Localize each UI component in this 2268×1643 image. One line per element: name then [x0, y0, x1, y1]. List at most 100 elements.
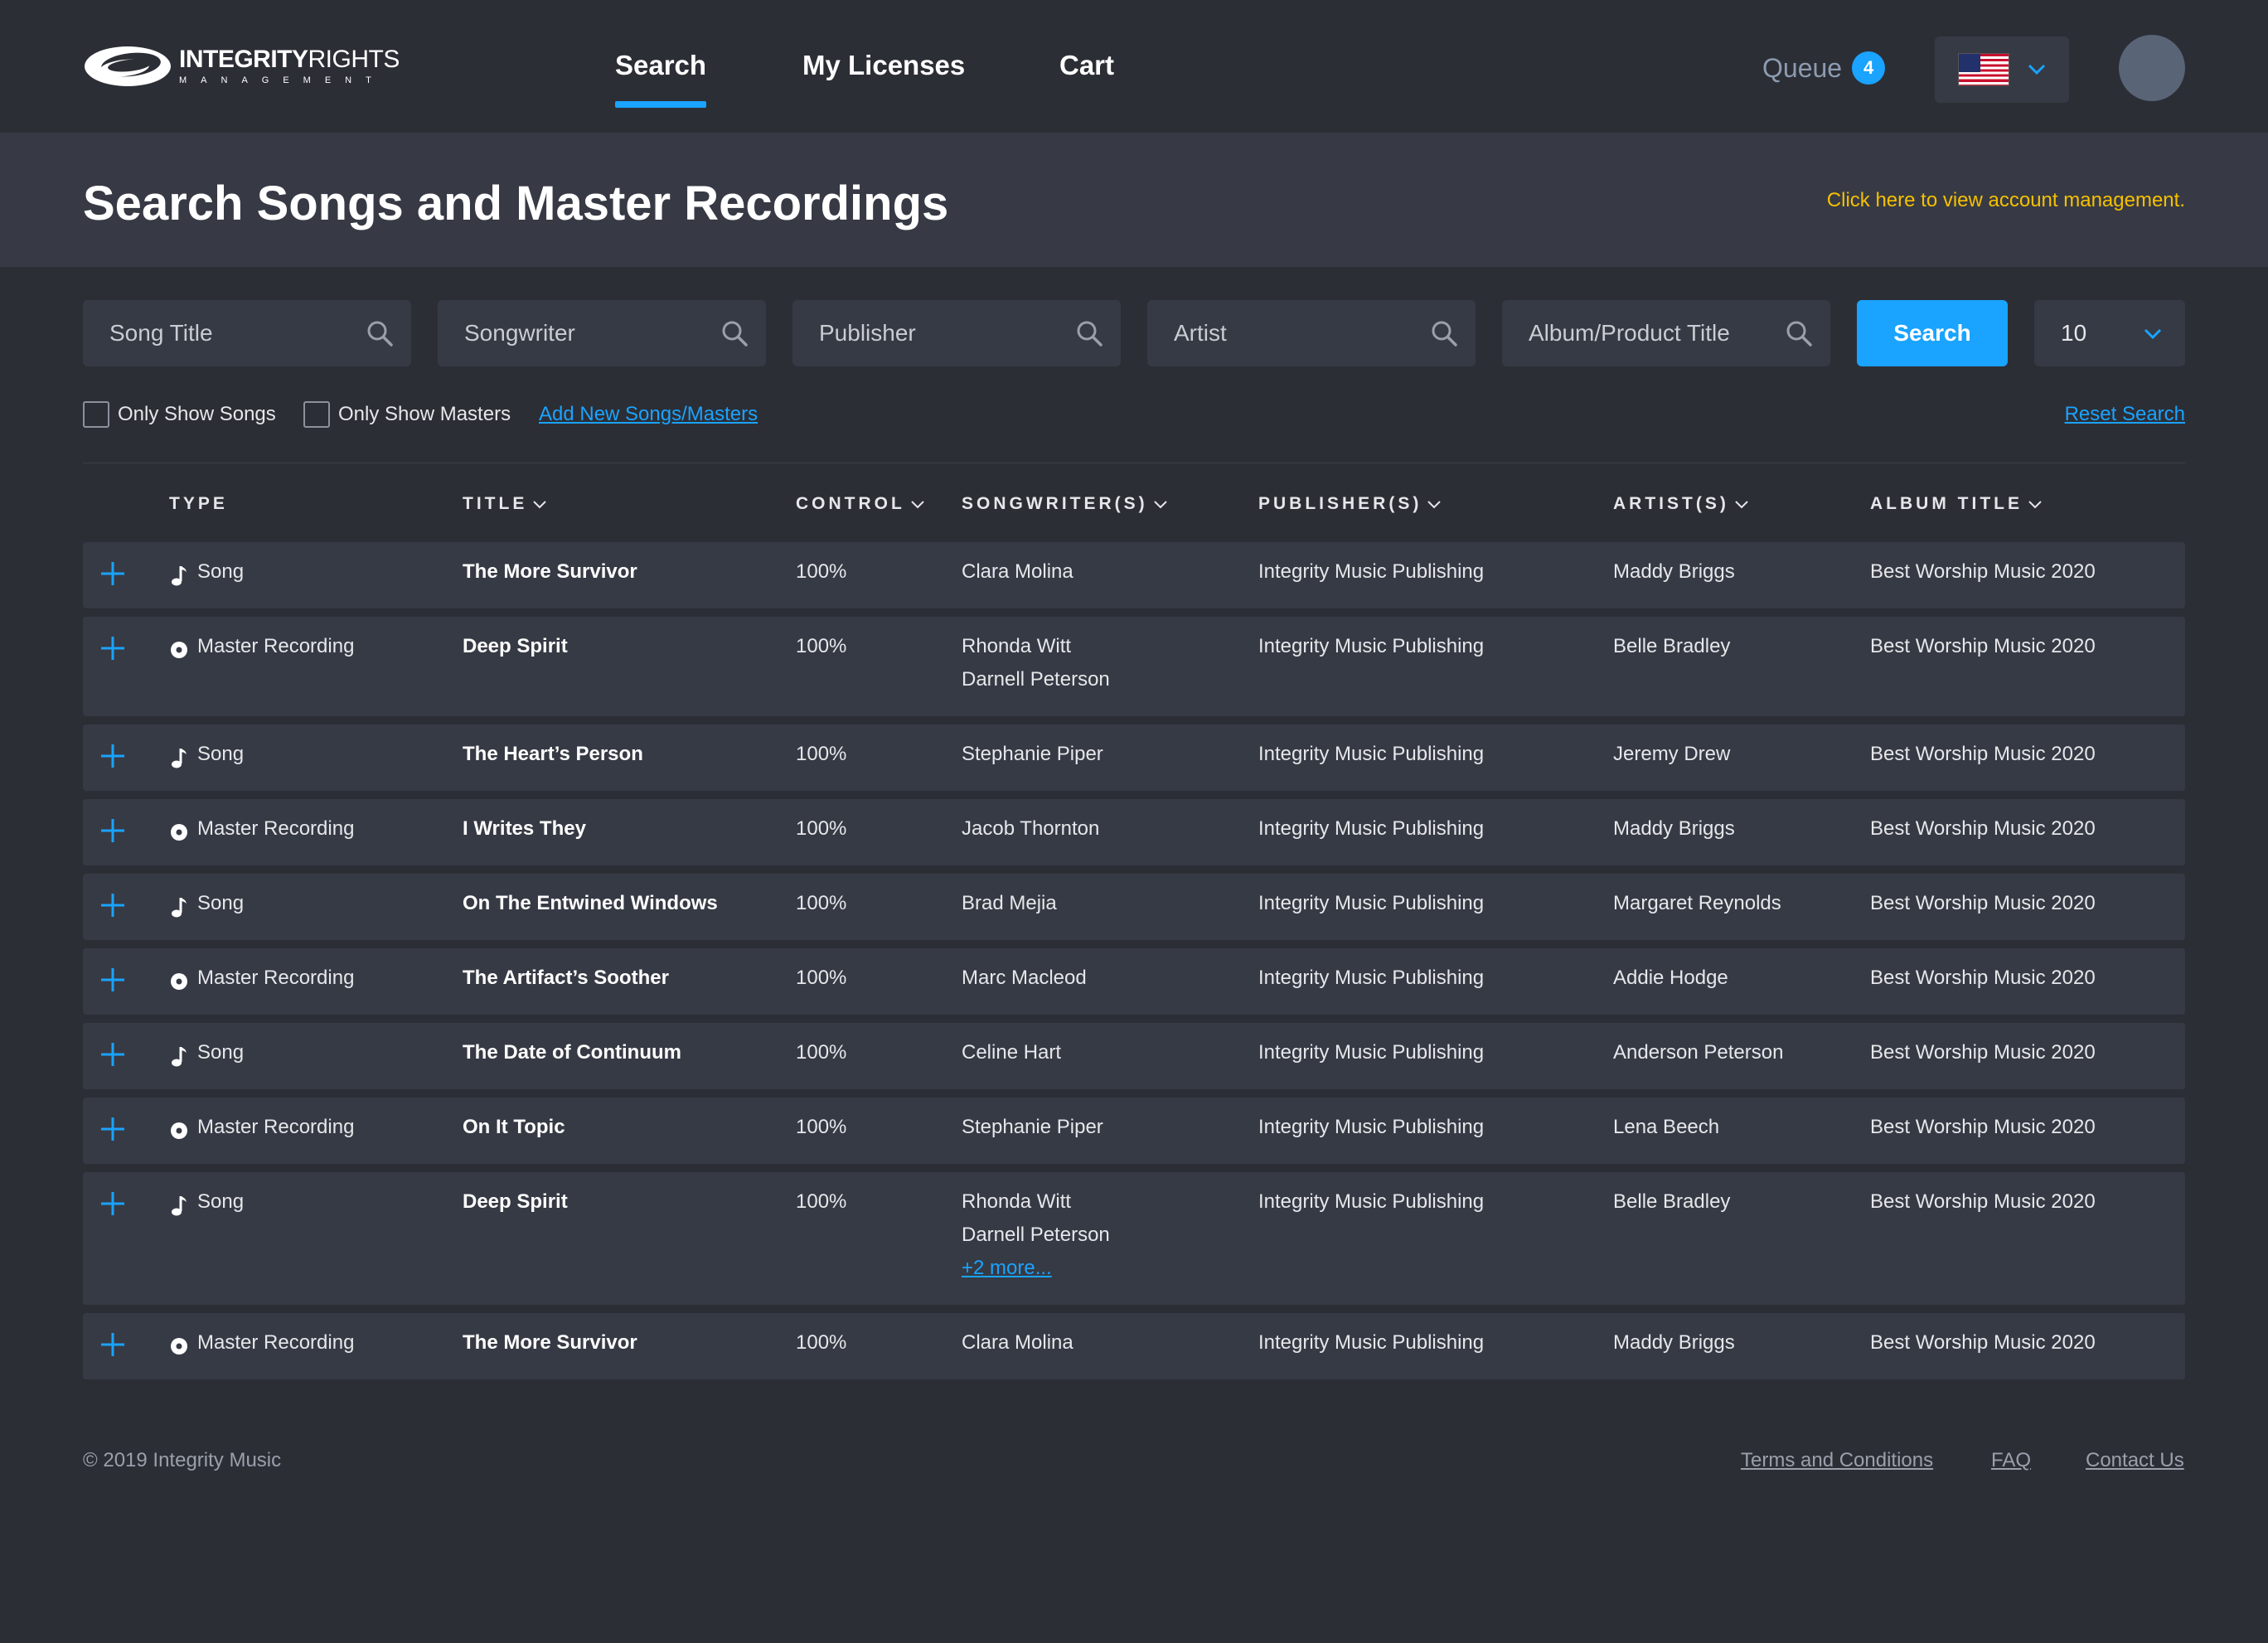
control-cell: 100% — [796, 817, 847, 840]
column-label: ARTIST(S) — [1613, 494, 1729, 513]
add-to-queue-icon[interactable] — [99, 743, 126, 769]
user-avatar[interactable] — [2119, 35, 2185, 101]
artist-cell: Anderson Peterson — [1613, 1041, 1784, 1064]
add-to-queue-icon[interactable] — [99, 892, 126, 918]
reset-search-link[interactable]: Reset Search — [2065, 403, 2185, 426]
brand-logo[interactable]: INTEGRITYRIGHTS MANAGEMENT — [83, 43, 400, 90]
artist-field[interactable] — [1147, 300, 1476, 366]
table-row[interactable]: Song Deep Spirit 100% Rhonda Witt Darnell Pe… — [83, 1172, 2185, 1305]
search-button[interactable]: Search — [1857, 300, 2008, 366]
songwriters-cell: Brad Mejia — [962, 887, 1057, 920]
only-show-songs-checkbox[interactable] — [83, 401, 109, 428]
locale-selector[interactable] — [1935, 36, 2069, 103]
search-icon[interactable] — [720, 318, 749, 348]
title-cell[interactable]: The Date of Continuum — [463, 1036, 681, 1069]
album-cell: Best Worship Music 2020 — [1870, 635, 2096, 657]
title-cell[interactable]: I Writes They — [463, 812, 586, 846]
record-icon — [171, 642, 187, 658]
column-header-artists[interactable]: ARTIST(S) — [1613, 494, 1749, 514]
terms-link[interactable]: Terms and Conditions — [1741, 1449, 1933, 1472]
control-cell: 100% — [796, 1116, 847, 1138]
artist-cell: Belle Bradley — [1613, 635, 1731, 657]
record-icon — [171, 973, 187, 990]
title-cell[interactable]: Deep Spirit — [463, 630, 568, 663]
songwriter-input[interactable] — [464, 320, 713, 347]
table-row[interactable]: Song The Date of Continuum 100% Celine Hart… — [83, 1023, 2185, 1089]
search-icon[interactable] — [1074, 318, 1104, 348]
title-cell[interactable]: The More Survivor — [463, 555, 637, 589]
add-to-queue-icon[interactable] — [99, 1041, 126, 1068]
music-note-icon — [172, 749, 187, 768]
add-to-queue-icon[interactable] — [99, 1116, 126, 1142]
title-cell[interactable]: The Heart’s Person — [463, 738, 643, 771]
only-show-songs-label: Only Show Songs — [118, 403, 276, 425]
control-cell: 100% — [796, 1041, 847, 1064]
add-to-queue-icon[interactable] — [99, 560, 126, 587]
column-header-songwriters[interactable]: SONGWRITER(S) — [962, 494, 1168, 514]
title-cell[interactable]: The Artifact’s Soother — [463, 962, 669, 995]
search-icon[interactable] — [365, 318, 395, 348]
search-icon[interactable] — [1429, 318, 1459, 348]
column-header-publishers[interactable]: PUBLISHER(S) — [1258, 494, 1442, 514]
title-cell[interactable]: Deep Spirit — [463, 1185, 568, 1219]
publisher-cell: Integrity Music Publishing — [1258, 1190, 1485, 1213]
table-row[interactable]: Master Recording On It Topic 100% Stephanie… — [83, 1098, 2185, 1164]
title-cell[interactable]: The More Survivor — [463, 1326, 637, 1359]
song-title-input[interactable] — [109, 320, 358, 347]
publisher-input[interactable] — [819, 320, 1068, 347]
nav-my-licenses[interactable]: My Licenses — [802, 50, 965, 108]
column-header-control[interactable]: CONTROL — [796, 494, 925, 514]
add-to-queue-icon[interactable] — [99, 1190, 126, 1217]
album-cell: Best Worship Music 2020 — [1870, 1116, 2096, 1138]
album-cell: Best Worship Music 2020 — [1870, 560, 2096, 583]
title-cell[interactable]: On It Topic — [463, 1111, 565, 1144]
sort-chevron-icon — [533, 500, 547, 508]
table-row[interactable]: Song The More Survivor 100% Clara Molina Int… — [83, 542, 2185, 608]
add-to-queue-icon[interactable] — [99, 1331, 126, 1358]
artist-cell: Belle Bradley — [1613, 1190, 1731, 1213]
search-icon[interactable] — [1784, 318, 1814, 348]
add-to-queue-icon[interactable] — [99, 635, 126, 662]
table-row[interactable]: Master Recording The Artifact’s Soother 10… — [83, 948, 2185, 1015]
songwriter-name: Darnell Peterson — [962, 1224, 1110, 1246]
song-title-field[interactable] — [83, 300, 411, 366]
column-header-title[interactable]: TITLE — [463, 494, 547, 514]
title-cell[interactable]: On The Entwined Windows — [463, 887, 718, 920]
only-show-songs-toggle[interactable]: Only Show Songs — [83, 401, 276, 428]
table-row[interactable]: Master Recording Deep Spirit 100% Rhonda Wi… — [83, 617, 2185, 716]
artist-input[interactable] — [1174, 320, 1422, 347]
publisher-cell: Integrity Music Publishing — [1258, 1041, 1485, 1064]
only-show-masters-checkbox[interactable] — [303, 401, 330, 428]
table-row[interactable]: Song The Heart’s Person 100% Stephanie Pipe… — [83, 725, 2185, 791]
add-to-queue-icon[interactable] — [99, 817, 126, 844]
artist-cell: Margaret Reynolds — [1613, 892, 1781, 914]
songwriters-cell: Rhonda Witt Darnell Peterson +2 more... — [962, 1185, 1110, 1285]
album-title-input[interactable] — [1529, 320, 1777, 347]
results-table-header: TYPE TITLE CONTROL SONGWRITER(S) PUBLISH… — [83, 494, 2185, 524]
publisher-field[interactable] — [792, 300, 1121, 366]
songwriter-name: Darnell Peterson — [962, 668, 1110, 691]
table-row[interactable]: Master Recording The More Survivor 100% Cla… — [83, 1313, 2185, 1379]
add-to-queue-icon[interactable] — [99, 967, 126, 993]
faq-link[interactable]: FAQ — [1991, 1449, 2031, 1472]
account-management-link[interactable]: Click here to view account management. — [1827, 189, 2185, 212]
table-row[interactable]: Master Recording I Writes They 100% Jacob T… — [83, 799, 2185, 865]
music-note-icon — [172, 1196, 187, 1216]
table-row[interactable]: Song On The Entwined Windows 100% Brad Meji… — [83, 874, 2185, 940]
publisher-cell: Integrity Music Publishing — [1258, 1331, 1485, 1354]
nav-search[interactable]: Search — [615, 50, 707, 108]
album-title-field[interactable] — [1502, 300, 1830, 366]
contact-us-link[interactable]: Contact Us — [2086, 1449, 2184, 1472]
search-form: Search 10 — [83, 300, 2185, 366]
songwriter-field[interactable] — [438, 300, 766, 366]
add-new-songs-masters-link[interactable]: Add New Songs/Masters — [539, 403, 758, 426]
songwriters-cell: Jacob Thornton — [962, 812, 1099, 846]
queue-button[interactable]: Queue 4 — [1762, 51, 1886, 85]
page-size-select[interactable]: 10 — [2034, 300, 2185, 366]
column-header-album-title[interactable]: ALBUM TITLE — [1870, 494, 2043, 514]
more-songwriters-link[interactable]: +2 more... — [962, 1252, 1110, 1285]
nav-cart[interactable]: Cart — [1059, 50, 1114, 108]
record-icon — [171, 1338, 187, 1355]
only-show-masters-toggle[interactable]: Only Show Masters — [303, 401, 511, 428]
queue-label: Queue — [1762, 52, 1843, 83]
